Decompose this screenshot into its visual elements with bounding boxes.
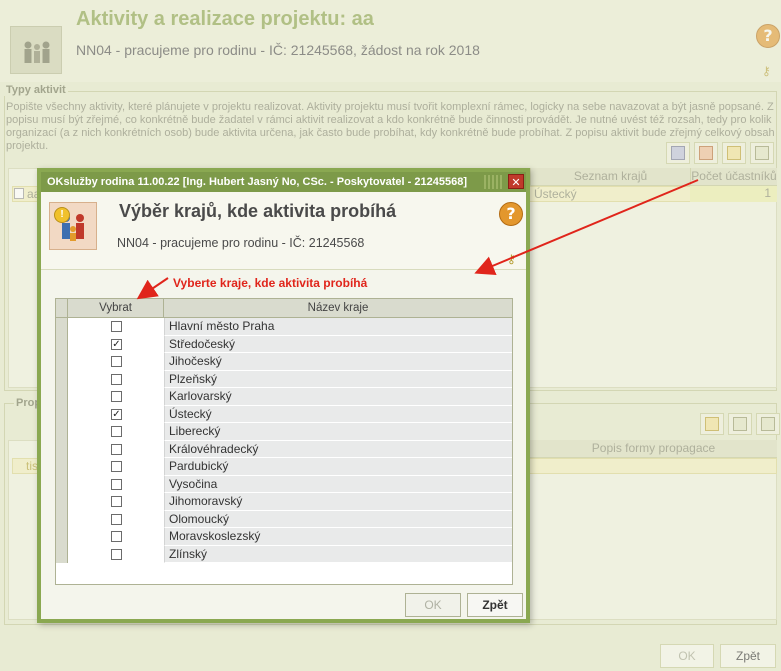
arrow-to-select-column: [136, 277, 169, 300]
arrow-to-dialog: [474, 179, 699, 276]
annotation-arrows: [136, 179, 699, 300]
